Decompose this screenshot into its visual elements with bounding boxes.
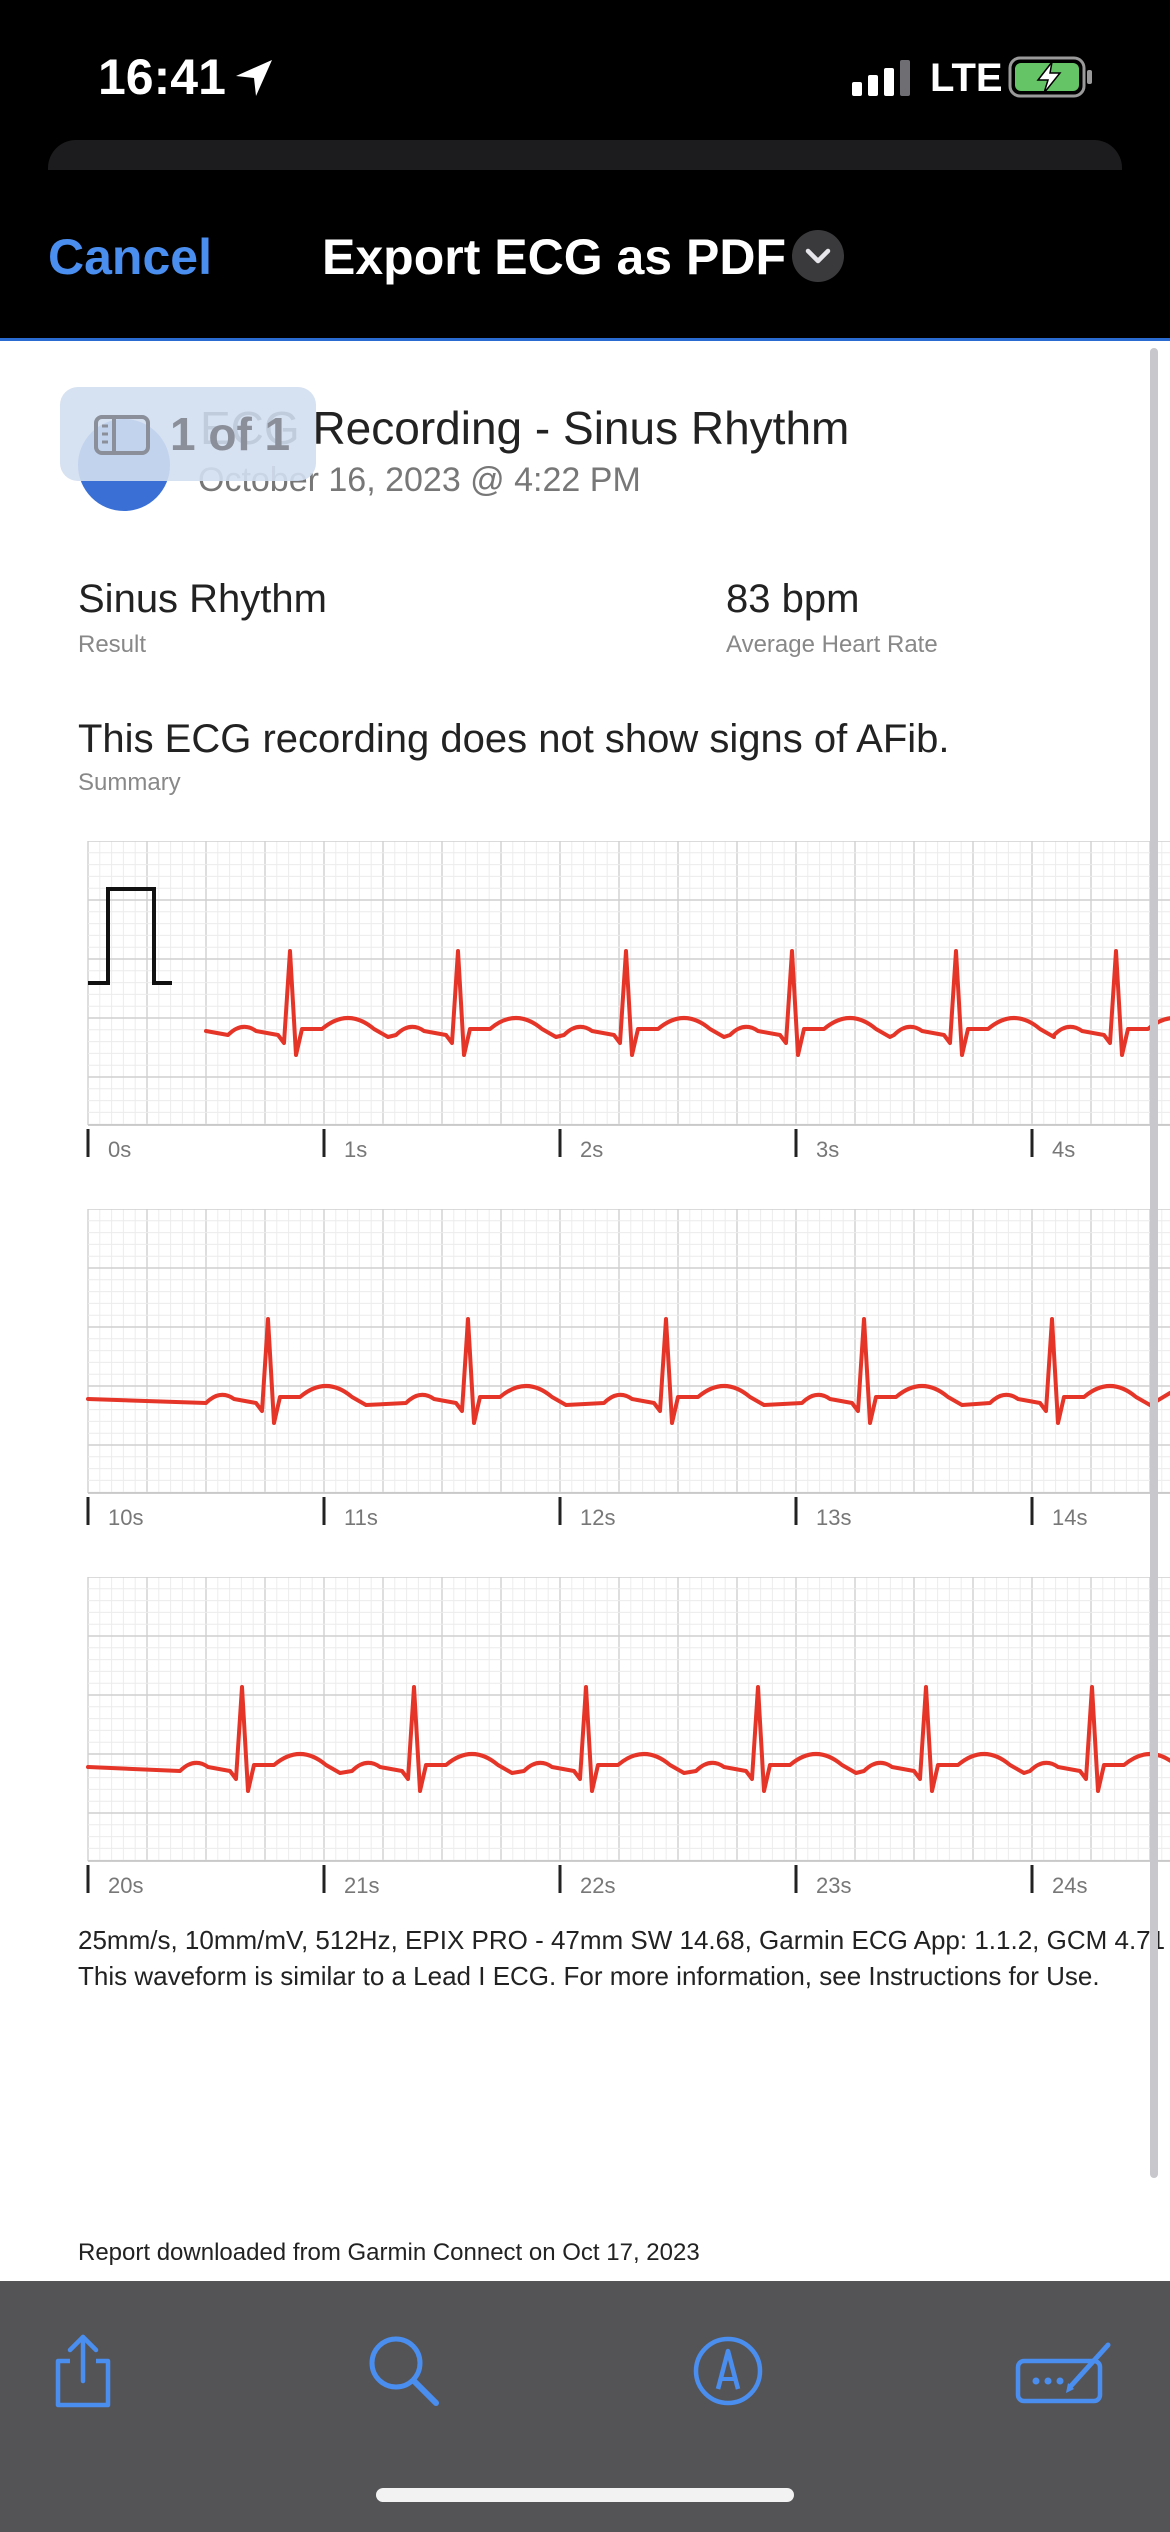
tick-label: 3s <box>816 1137 840 1162</box>
home-indicator[interactable] <box>376 2488 794 2502</box>
ecg-strip-graph <box>86 1577 1170 1893</box>
status-time: 16:41 <box>98 49 226 105</box>
tick-label: 4s <box>1052 1137 1076 1162</box>
markup-icon <box>693 2336 763 2406</box>
heart-rate-label: Average Heart Rate <box>726 631 938 658</box>
summary-text: This ECG recording does not show signs o… <box>78 717 950 761</box>
cancel-button[interactable]: Cancel <box>48 228 212 286</box>
tick-label: 2s <box>580 1137 604 1162</box>
markup-button[interactable] <box>688 2331 768 2416</box>
nav-title[interactable]: Export ECG as PDF <box>322 228 786 286</box>
tick-label: 22s <box>580 1873 616 1898</box>
share-icon <box>55 2334 111 2408</box>
ecg-strip-graph <box>86 841 1170 1157</box>
tick-label: 0s <box>108 1137 132 1162</box>
recording-details: 25mm/s, 10mm/mV, 512Hz, EPIX PRO - 47mm … <box>78 1925 1166 1955</box>
tick-label: 13s <box>816 1505 852 1530</box>
form-fill-button[interactable] <box>1014 2331 1114 2416</box>
report-downloaded-line: Report downloaded from Garmin Connect on… <box>78 2239 700 2266</box>
battery-charging-icon <box>1008 56 1092 98</box>
summary-label: Summary <box>78 769 181 796</box>
result-value: Sinus Rhythm <box>78 577 327 621</box>
tick-label: 1s <box>344 1137 368 1162</box>
tick-label: 20s <box>108 1873 144 1898</box>
tick-label: 14s <box>1052 1505 1088 1530</box>
tick-label: 24s <box>1052 1873 1088 1898</box>
chevron-down-icon <box>805 248 831 264</box>
location-arrow-icon <box>236 60 272 96</box>
search-icon <box>369 2336 439 2406</box>
tick-label: 12s <box>580 1505 616 1530</box>
form-fill-icon <box>1015 2342 1111 2404</box>
tick-label: 10s <box>108 1505 144 1530</box>
title-menu-button[interactable] <box>792 230 844 282</box>
lead-info: This waveform is similar to a Lead I ECG… <box>78 1961 1100 1991</box>
tick-label: 21s <box>344 1873 380 1898</box>
pdf-document[interactable]: 1 of 1 ECG Recording - Sinus Rhythm Octo… <box>0 341 1170 2281</box>
scroll-indicator[interactable] <box>1150 348 1158 2178</box>
share-button[interactable] <box>48 2331 118 2416</box>
search-button[interactable] <box>364 2331 444 2416</box>
sheet-background <box>48 140 1122 170</box>
ecg-strip-graph <box>86 1209 1170 1525</box>
heart-rate-value: 83 bpm <box>726 577 860 621</box>
tick-label: 23s <box>816 1873 852 1898</box>
page-indicator[interactable]: 1 of 1 <box>60 387 316 481</box>
page-thumbnails-icon <box>94 415 150 455</box>
cellular-signal-icon <box>852 60 910 96</box>
status-bar: 16:41 LTE <box>0 0 1170 150</box>
result-label: Result <box>78 631 147 658</box>
tick-label: 11s <box>344 1505 378 1530</box>
page-indicator-label: 1 of 1 <box>170 408 291 460</box>
nav-bar: Cancel Export ECG as PDF <box>0 170 1170 341</box>
network-type: LTE <box>930 56 1003 100</box>
